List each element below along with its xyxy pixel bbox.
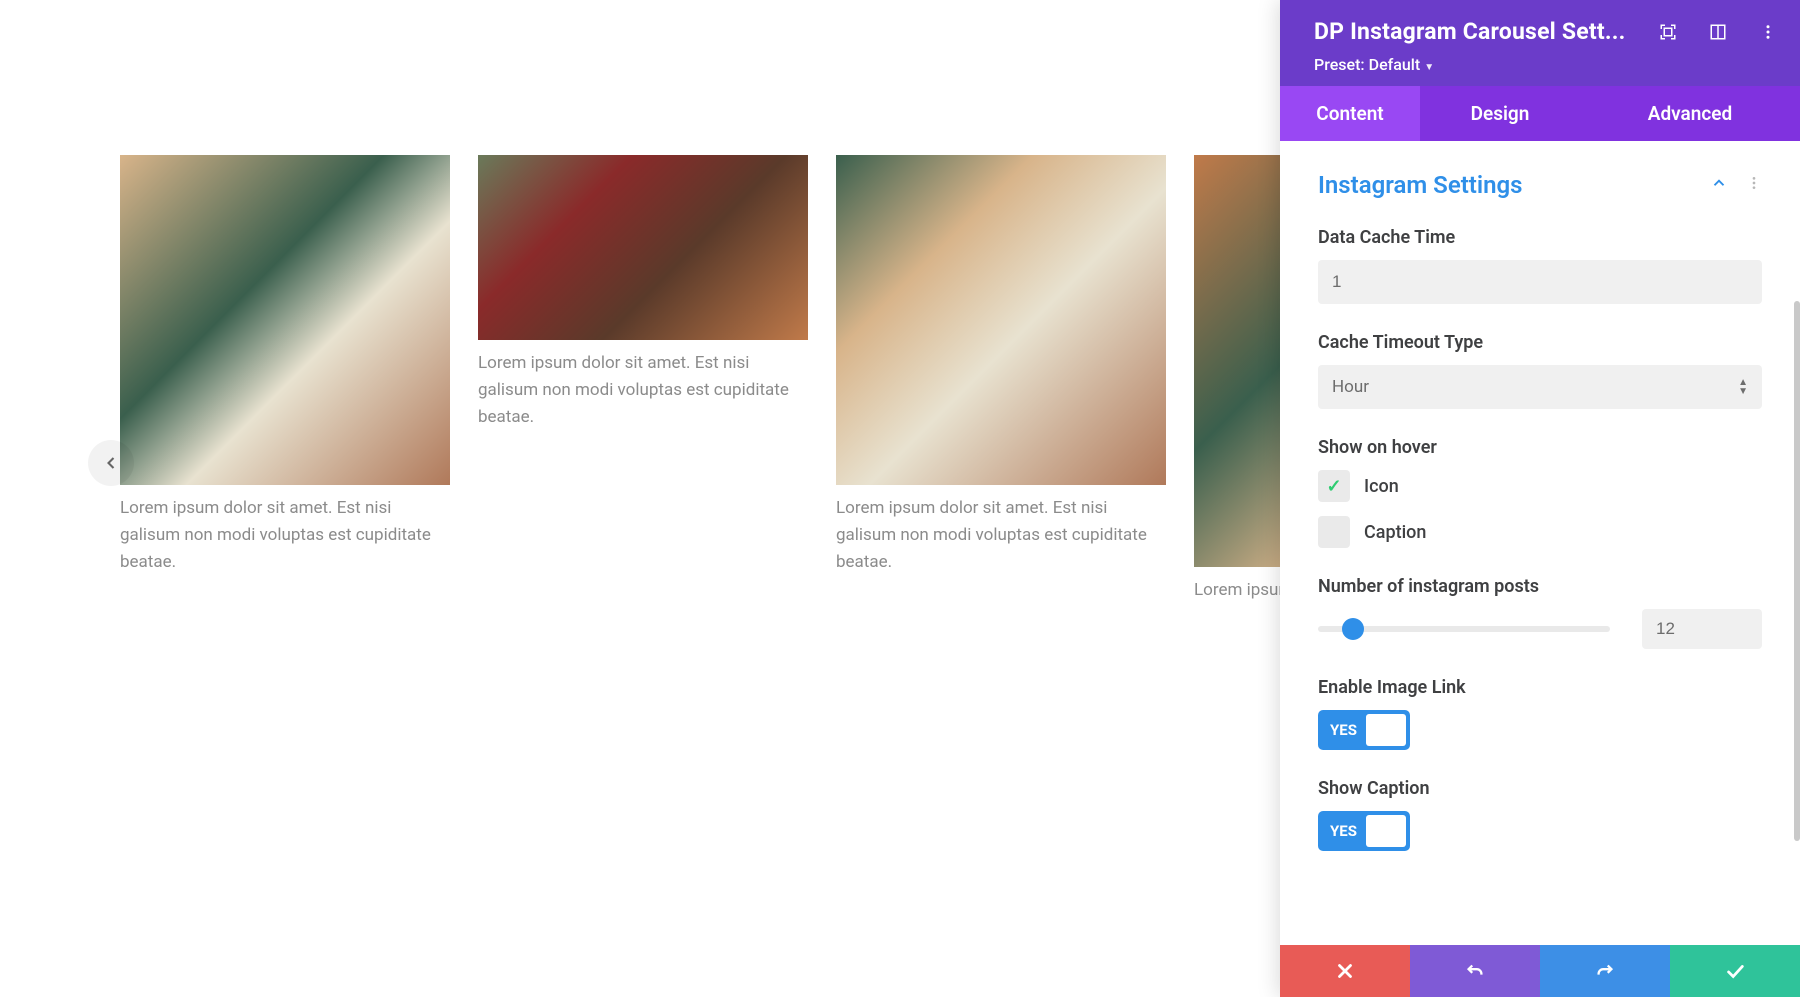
- field-label: Number of instagram posts: [1318, 576, 1762, 597]
- field-number-of-posts: Number of instagram posts: [1318, 576, 1762, 649]
- toggle-text: YES: [1330, 721, 1357, 739]
- preset-label: Preset: Default: [1314, 55, 1420, 74]
- posts-value-input[interactable]: [1642, 609, 1762, 649]
- undo-button[interactable]: [1410, 945, 1540, 997]
- field-show-caption: Show Caption YES: [1318, 778, 1762, 851]
- carousel-caption: Lorem ipsum dolor sit amet. Est nisi gal…: [120, 495, 450, 577]
- field-enable-image-link: Enable Image Link YES: [1318, 677, 1762, 750]
- cache-timeout-select[interactable]: Hour: [1318, 365, 1762, 409]
- enable-image-link-toggle[interactable]: YES: [1318, 710, 1410, 750]
- layout-icon[interactable]: [1708, 22, 1728, 42]
- field-label: Show on hover: [1318, 437, 1762, 458]
- panel-header: DP Instagram Carousel Sett... Preset: De…: [1280, 0, 1800, 86]
- redo-icon: [1594, 960, 1616, 982]
- section-title[interactable]: Instagram Settings: [1318, 171, 1523, 199]
- chevron-left-icon: [101, 453, 121, 473]
- field-label: Enable Image Link: [1318, 677, 1762, 698]
- tab-advanced[interactable]: Advanced: [1580, 86, 1800, 141]
- carousel-caption: Lorem ipsum dolor sit amet. Est nisi gal…: [836, 495, 1166, 577]
- toggle-text: YES: [1330, 822, 1357, 840]
- redo-button[interactable]: [1540, 945, 1670, 997]
- carousel-item[interactable]: Lorem ipsum dolor sit amet. Est nisi gal…: [120, 155, 450, 604]
- tab-content[interactable]: Content: [1280, 86, 1420, 141]
- check-icon: [1724, 960, 1746, 982]
- carousel-prev-arrow[interactable]: [88, 440, 134, 486]
- instagram-carousel: Lorem ipsum dolor sit amet. Est nisi gal…: [0, 155, 1340, 604]
- undo-icon: [1464, 960, 1486, 982]
- carousel-image[interactable]: [836, 155, 1166, 485]
- field-data-cache-time: Data Cache Time: [1318, 227, 1762, 304]
- panel-footer: [1280, 945, 1800, 997]
- more-icon[interactable]: [1758, 22, 1778, 42]
- data-cache-time-input[interactable]: [1318, 260, 1762, 304]
- panel-tabs: Content Design Advanced: [1280, 86, 1800, 141]
- caret-down-icon: ▼: [1424, 62, 1434, 73]
- field-cache-timeout-type: Cache Timeout Type Hour: [1318, 332, 1762, 409]
- field-show-on-hover: Show on hover Icon Caption: [1318, 437, 1762, 548]
- checkbox-caption[interactable]: [1318, 516, 1350, 548]
- save-button[interactable]: [1670, 945, 1800, 997]
- carousel-image[interactable]: [120, 155, 450, 485]
- show-caption-toggle[interactable]: YES: [1318, 811, 1410, 851]
- close-icon: [1334, 960, 1356, 982]
- editor-canvas: Lorem ipsum dolor sit amet. Est nisi gal…: [0, 0, 1340, 997]
- tab-design[interactable]: Design: [1420, 86, 1580, 141]
- expand-icon[interactable]: [1658, 22, 1678, 42]
- carousel-image[interactable]: [478, 155, 808, 340]
- posts-slider[interactable]: [1318, 626, 1610, 632]
- slider-thumb[interactable]: [1342, 618, 1364, 640]
- toggle-handle: [1366, 714, 1406, 746]
- carousel-caption: Lorem ipsum dolor sit amet. Est nisi gal…: [478, 350, 808, 432]
- field-label: Show Caption: [1318, 778, 1762, 799]
- carousel-item[interactable]: Lorem ipsum dolor sit amet. Est nisi gal…: [836, 155, 1166, 604]
- cancel-button[interactable]: [1280, 945, 1410, 997]
- toggle-handle: [1366, 815, 1406, 847]
- field-label: Cache Timeout Type: [1318, 332, 1762, 353]
- section-more-icon[interactable]: [1746, 175, 1762, 195]
- checkbox-label: Icon: [1364, 476, 1399, 497]
- settings-scrollbar[interactable]: [1794, 301, 1800, 841]
- panel-body: Instagram Settings Data Cache Time Cache…: [1280, 141, 1800, 945]
- preset-selector[interactable]: Preset: Default ▼: [1314, 55, 1778, 74]
- panel-title: DP Instagram Carousel Sett...: [1314, 18, 1625, 45]
- field-label: Data Cache Time: [1318, 227, 1762, 248]
- settings-panel: DP Instagram Carousel Sett... Preset: De…: [1280, 0, 1800, 997]
- checkbox-icon[interactable]: [1318, 470, 1350, 502]
- collapse-icon[interactable]: [1710, 174, 1728, 196]
- carousel-item[interactable]: Lorem ipsum dolor sit amet. Est nisi gal…: [478, 155, 808, 604]
- checkbox-label: Caption: [1364, 522, 1426, 543]
